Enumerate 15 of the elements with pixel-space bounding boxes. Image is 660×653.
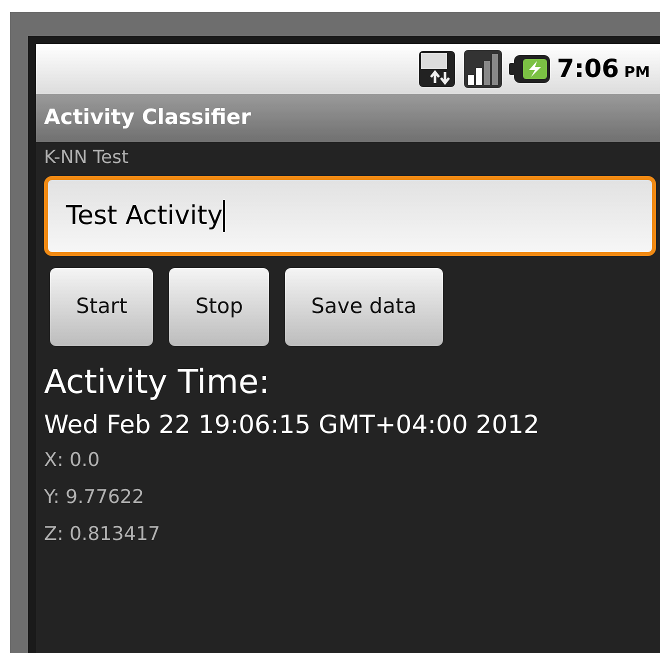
text-input-field[interactable]: Test Activity (44, 176, 656, 256)
action-button[interactable]: Stop (169, 268, 270, 346)
sensor-reading: X: 0.0 (44, 448, 101, 473)
action-button[interactable]: Save data (285, 268, 443, 346)
clock-meridiem: PM (624, 62, 650, 84)
section-label: K-NN Test (44, 146, 130, 170)
timestamp: Wed Feb 22 19:06:15 GMT+04:00 2012 (44, 409, 540, 441)
app-title: Activity Classifier (44, 104, 252, 132)
action-button[interactable]: Start (50, 268, 154, 346)
signal-icon (462, 49, 503, 89)
battery-charging-icon (508, 54, 551, 84)
activity-time-heading: Activity Time: (44, 362, 271, 402)
sensor-reading: Z: 0.813417 (44, 522, 162, 547)
sensor-reading: Y: 9.77622 (44, 485, 146, 510)
clock-time: 7:06 (556, 53, 620, 86)
